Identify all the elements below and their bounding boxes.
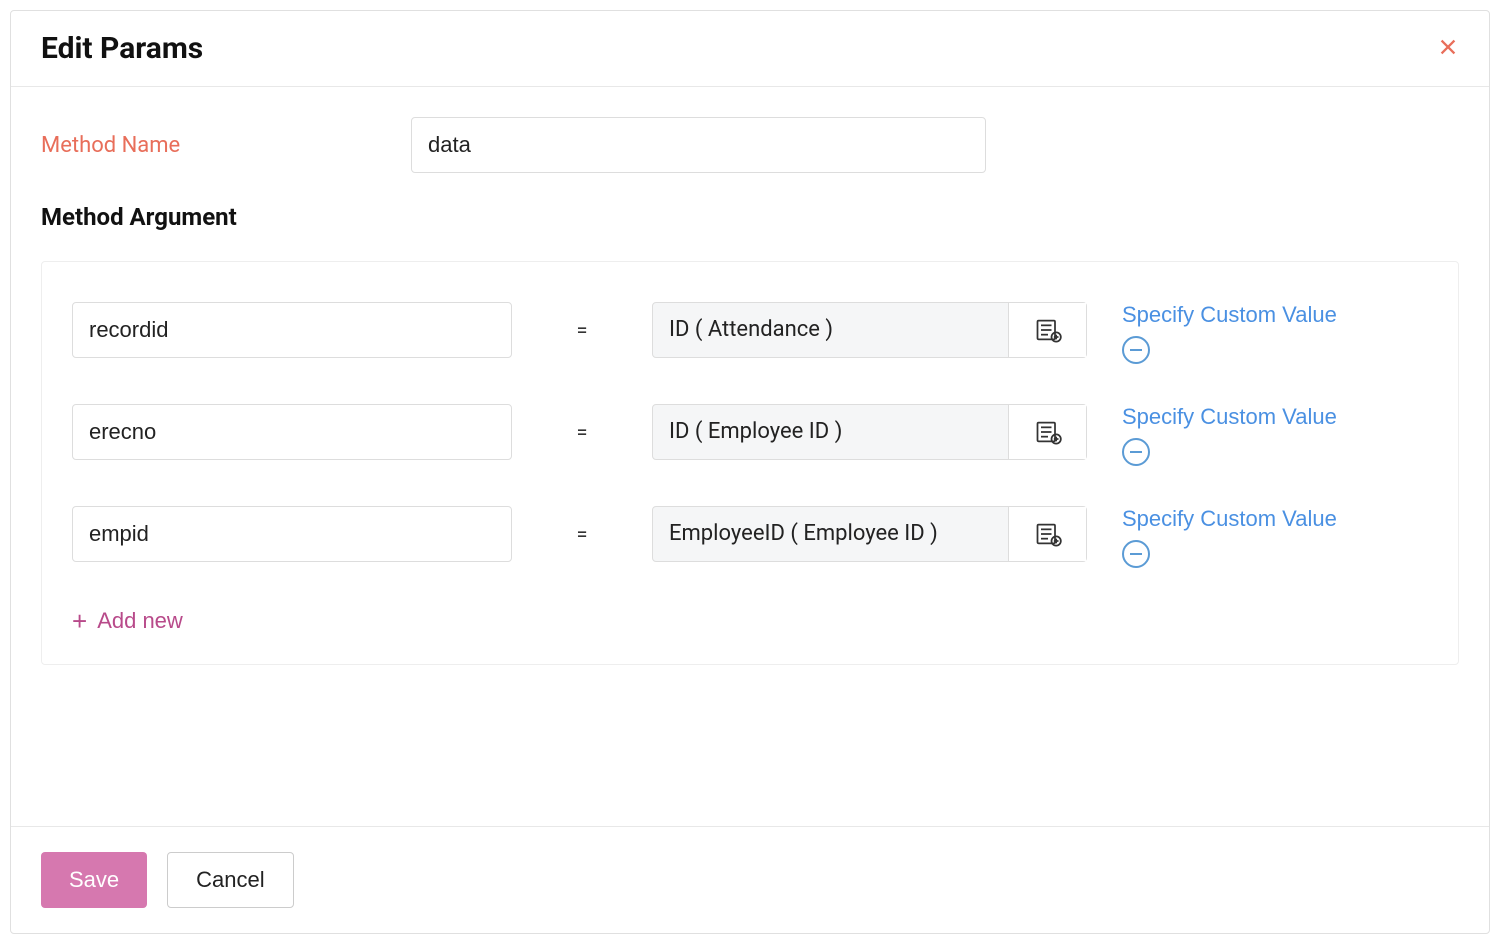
argument-key-input[interactable] bbox=[72, 302, 512, 358]
argument-value-display: ID ( Employee ID ) bbox=[653, 405, 1008, 459]
row-actions: Specify Custom Value bbox=[1122, 302, 1337, 364]
argument-key-input[interactable] bbox=[72, 404, 512, 460]
edit-params-dialog: Edit Params Method Name Method Argument … bbox=[10, 10, 1490, 934]
argument-value-picker: ID ( Attendance ) bbox=[652, 302, 1087, 358]
plus-icon: + bbox=[72, 608, 87, 634]
argument-value-picker: EmployeeID ( Employee ID ) bbox=[652, 506, 1087, 562]
method-argument-title: Method Argument bbox=[41, 203, 1459, 231]
value-picker-button[interactable] bbox=[1008, 405, 1086, 459]
argument-value-picker: ID ( Employee ID ) bbox=[652, 404, 1087, 460]
specify-custom-value-link[interactable]: Specify Custom Value bbox=[1122, 302, 1337, 328]
argument-row: = EmployeeID ( Employee ID ) Specify Cus… bbox=[72, 506, 1428, 568]
dialog-footer: Save Cancel bbox=[11, 826, 1489, 933]
equals-sign: = bbox=[512, 302, 652, 358]
save-button[interactable]: Save bbox=[41, 852, 147, 908]
argument-container: = ID ( Attendance ) Specify Custom Value… bbox=[41, 261, 1459, 665]
dialog-header: Edit Params bbox=[11, 11, 1489, 87]
value-picker-button[interactable] bbox=[1008, 303, 1086, 357]
specify-custom-value-link[interactable]: Specify Custom Value bbox=[1122, 404, 1337, 430]
form-picker-icon bbox=[1034, 520, 1062, 548]
remove-argument-button[interactable] bbox=[1122, 336, 1150, 364]
form-picker-icon bbox=[1034, 316, 1062, 344]
value-picker-button[interactable] bbox=[1008, 507, 1086, 561]
dialog-body: Method Name Method Argument = ID ( Atten… bbox=[11, 87, 1489, 826]
form-picker-icon bbox=[1034, 418, 1062, 446]
argument-value-display: ID ( Attendance ) bbox=[653, 303, 1008, 357]
argument-row: = ID ( Employee ID ) Specify Custom Valu… bbox=[72, 404, 1428, 466]
argument-value-display: EmployeeID ( Employee ID ) bbox=[653, 507, 1008, 561]
method-name-row: Method Name bbox=[41, 117, 1459, 173]
method-name-input[interactable] bbox=[411, 117, 986, 173]
close-icon bbox=[1437, 36, 1459, 58]
row-actions: Specify Custom Value bbox=[1122, 404, 1337, 466]
method-name-label: Method Name bbox=[41, 133, 411, 158]
argument-key-input[interactable] bbox=[72, 506, 512, 562]
equals-sign: = bbox=[512, 404, 652, 460]
cancel-button[interactable]: Cancel bbox=[167, 852, 293, 908]
remove-argument-button[interactable] bbox=[1122, 540, 1150, 568]
dialog-title: Edit Params bbox=[41, 31, 203, 66]
add-new-argument-button[interactable]: + Add new bbox=[72, 608, 183, 634]
row-actions: Specify Custom Value bbox=[1122, 506, 1337, 568]
close-button[interactable] bbox=[1437, 35, 1459, 63]
equals-sign: = bbox=[512, 506, 652, 562]
argument-row: = ID ( Attendance ) Specify Custom Value bbox=[72, 302, 1428, 364]
remove-argument-button[interactable] bbox=[1122, 438, 1150, 466]
add-new-label: Add new bbox=[97, 608, 183, 634]
specify-custom-value-link[interactable]: Specify Custom Value bbox=[1122, 506, 1337, 532]
